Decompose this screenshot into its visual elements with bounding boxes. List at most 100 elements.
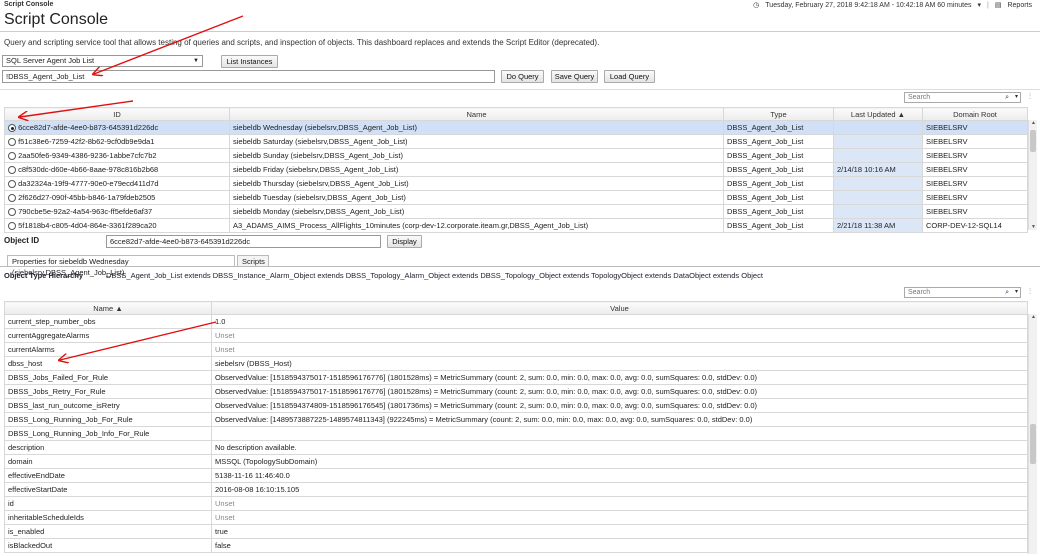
property-row[interactable]: currentAggregateAlarms Unset: [4, 328, 1028, 343]
scroll-up-icon[interactable]: ▲: [1029, 314, 1038, 320]
property-name: effectiveEndDate: [4, 468, 212, 483]
results-search-input[interactable]: Search ⌕ ▾: [904, 92, 1021, 103]
column-header-value[interactable]: Value: [211, 301, 1028, 315]
property-row[interactable]: DBSS_Long_Running_Job_Info_For_Rule: [4, 426, 1028, 441]
scroll-up-icon[interactable]: ▲: [1029, 120, 1038, 126]
properties-scrollbar[interactable]: ▲: [1028, 314, 1037, 554]
property-row[interactable]: DBSS_Jobs_Retry_For_Rule ObservedValue: […: [4, 384, 1028, 399]
column-header-domain-root[interactable]: Domain Root: [922, 107, 1028, 121]
scroll-thumb[interactable]: [1030, 424, 1036, 464]
clock-icon: ◷: [753, 2, 760, 9]
type-cell-text: DBSS_Agent_Job_List: [727, 165, 804, 174]
row-radio[interactable]: [8, 152, 16, 160]
row-radio[interactable]: [8, 208, 16, 216]
name-cell-text: siebeldb Monday (siebelsrv,DBSS_Agent_Jo…: [233, 207, 405, 216]
column-settings-icon[interactable]: ⫶: [1029, 287, 1031, 297]
property-row[interactable]: effectiveEndDate 5138-11-16 11:46:40.0: [4, 468, 1028, 483]
property-value: Unset: [211, 510, 1028, 525]
property-row[interactable]: DBSS_Long_Running_Job_For_Rule ObservedVa…: [4, 412, 1028, 427]
display-button[interactable]: Display: [387, 235, 422, 248]
query-type-select[interactable]: SQL Server Agent Job List ▼: [2, 55, 203, 67]
list-instances-button[interactable]: List Instances: [221, 55, 278, 68]
save-query-button[interactable]: Save Query: [551, 70, 598, 83]
id-cell: 2aa50fe6-9349-4386-9236-1abbe7cfc7b2: [4, 148, 230, 163]
row-radio[interactable]: [8, 138, 16, 146]
type-cell-text: DBSS_Agent_Job_List: [727, 221, 804, 230]
property-row[interactable]: current_step_number_obs 1.0: [4, 314, 1028, 329]
domain-root-cell-text: SIEBELSRV: [926, 137, 968, 146]
property-row[interactable]: inheritableScheduleIds Unset: [4, 510, 1028, 525]
name-cell-text: siebeldb Sunday (siebelsrv,DBSS_Agent_Jo…: [233, 151, 403, 160]
table-row[interactable]: 5f1818b4-c805-4d04-864e-3361f289ca20 A3_A…: [4, 218, 1028, 233]
type-cell: DBSS_Agent_Job_List: [723, 190, 834, 205]
last-updated-cell: [833, 120, 923, 135]
id-cell-text: c8f530dc-d60e-4b66-8aae-978c816b2b68: [18, 164, 159, 174]
row-radio[interactable]: [8, 124, 16, 132]
load-query-button[interactable]: Load Query: [604, 70, 655, 83]
chevron-down-icon[interactable]: ▾: [978, 1, 982, 9]
column-header-type[interactable]: Type: [723, 107, 834, 121]
table-row[interactable]: 6cce82d7-afde-4ee0-b873-645391d226dc sieb…: [4, 120, 1028, 135]
property-value: ObservedValue: [1489573887225-1489574811…: [211, 412, 1028, 427]
chevron-down-icon[interactable]: ▾: [1015, 288, 1018, 297]
property-row[interactable]: isBlackedOut false: [4, 538, 1028, 553]
time-range-selector[interactable]: Tuesday, February 27, 2018 9:42:18 AM - …: [765, 2, 971, 9]
domain-root-cell-text: SIEBELSRV: [926, 207, 968, 216]
id-cell: 2f626d27-090f-45bb-b846-1a79fdeb2505: [4, 190, 230, 205]
row-radio[interactable]: [8, 166, 16, 174]
column-settings-icon[interactable]: ⫶: [1029, 92, 1031, 102]
row-radio[interactable]: [8, 194, 16, 202]
property-value: siebelsrv (DBSS_Host): [211, 356, 1028, 371]
table-row[interactable]: da32324a-19f9-4777-90e0-e79ecd411d7d sieb…: [4, 176, 1028, 191]
name-cell: siebeldb Thursday (siebelsrv,DBSS_Agent_…: [229, 176, 724, 191]
app-title: Script Console: [4, 1, 54, 8]
column-header-name[interactable]: Name ▲: [4, 301, 212, 315]
property-row[interactable]: currentAlarms Unset: [4, 342, 1028, 357]
table-row[interactable]: 2aa50fe6-9349-4386-9236-1abbe7cfc7b2 sieb…: [4, 148, 1028, 163]
search-icon[interactable]: ⌕: [1005, 93, 1009, 102]
column-header-name[interactable]: Name: [229, 107, 724, 121]
property-value: false: [211, 538, 1028, 553]
type-cell: DBSS_Agent_Job_List: [723, 162, 834, 177]
property-row[interactable]: DBSS_last_run_outcome_isRetry ObservedVal…: [4, 398, 1028, 413]
table-row[interactable]: c8f530dc-d60e-4b66-8aae-978c816b2b68 sieb…: [4, 162, 1028, 177]
id-cell-text: da32324a-19f9-4777-90e0-e79ecd411d7d: [18, 178, 159, 188]
chevron-down-icon: ▼: [193, 58, 199, 64]
domain-root-cell: SIEBELSRV: [922, 148, 1028, 163]
row-radio[interactable]: [8, 180, 16, 188]
object-id-input[interactable]: 6cce82d7-afde-4ee0-b873-645391d226dc: [106, 235, 381, 248]
property-row[interactable]: domain MSSQL (TopologySubDomain): [4, 454, 1028, 469]
results-scrollbar[interactable]: ▲ ▼: [1028, 120, 1037, 230]
property-row[interactable]: is_enabled true: [4, 524, 1028, 539]
id-cell-text: 2f626d27-090f-45bb-b846-1a79fdeb2505: [18, 192, 156, 202]
column-header-id[interactable]: ID: [4, 107, 230, 121]
property-row[interactable]: id Unset: [4, 496, 1028, 511]
property-row[interactable]: dbss_host siebelsrv (DBSS_Host): [4, 356, 1028, 371]
property-value: ObservedValue: [1518594375017-1518596176…: [211, 384, 1028, 399]
property-value: Unset: [211, 496, 1028, 511]
scroll-down-icon[interactable]: ▼: [1029, 224, 1038, 230]
property-name: currentAggregateAlarms: [4, 328, 212, 343]
table-row[interactable]: 790cbe5e-92a2-4a54-963c-ff5efde6af37 sieb…: [4, 204, 1028, 219]
properties-search-input[interactable]: Search ⌕ ▾: [904, 287, 1021, 298]
reports-link[interactable]: Reports: [1007, 2, 1032, 9]
table-row[interactable]: 2f626d27-090f-45bb-b846-1a79fdeb2505 sieb…: [4, 190, 1028, 205]
search-icon[interactable]: ⌕: [1005, 288, 1009, 297]
name-cell-text: siebeldb Tuesday (siebelsrv,DBSS_Agent_J…: [233, 193, 406, 202]
property-value: 2016-08-08 16:10:15.105: [211, 482, 1028, 497]
last-updated-cell: [833, 176, 923, 191]
domain-root-cell: SIEBELSRV: [922, 162, 1028, 177]
property-row[interactable]: description No description available.: [4, 440, 1028, 455]
scroll-thumb[interactable]: [1030, 130, 1036, 152]
do-query-button[interactable]: Do Query: [501, 70, 544, 83]
table-row[interactable]: f51c38e6-7259-42f2-8b62-9cf0db9e9da1 sieb…: [4, 134, 1028, 149]
property-row[interactable]: effectiveStartDate 2016-08-08 16:10:15.10…: [4, 482, 1028, 497]
column-header-last-updated[interactable]: Last Updated ▲: [833, 107, 923, 121]
search-placeholder: Search: [908, 289, 931, 296]
id-cell: c8f530dc-d60e-4b66-8aae-978c816b2b68: [4, 162, 230, 177]
row-radio[interactable]: [8, 222, 16, 230]
property-row[interactable]: DBSS_Jobs_Failed_For_Rule ObservedValue: …: [4, 370, 1028, 385]
topbar-right: ◷ Tuesday, February 27, 2018 9:42:18 AM …: [753, 1, 1032, 10]
query-input[interactable]: !DBSS_Agent_Job_List: [2, 70, 495, 83]
chevron-down-icon[interactable]: ▾: [1015, 93, 1018, 102]
